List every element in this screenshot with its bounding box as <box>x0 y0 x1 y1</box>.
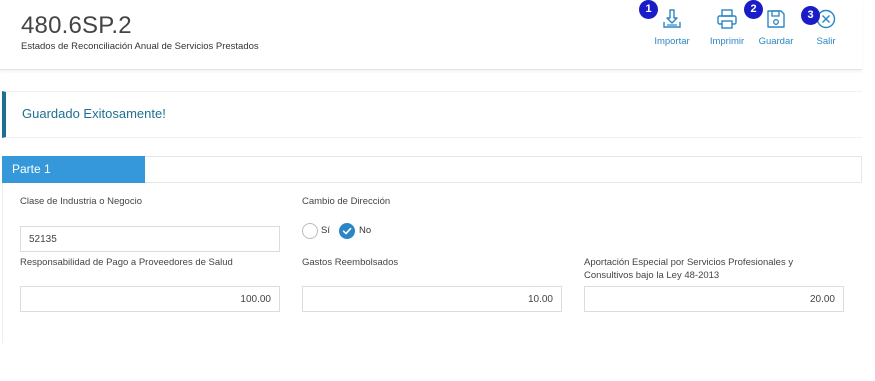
reimbursed-expenses-label: Gastos Reembolsados <box>302 257 399 268</box>
checkmark-icon <box>342 227 352 235</box>
radio-no-label: No <box>359 225 372 236</box>
address-change-label: Cambio de Dirección <box>302 196 391 207</box>
save-disk-icon <box>767 10 785 28</box>
tab-parte-1[interactable]: Parte 1 <box>2 156 145 183</box>
industry-label: Clase de Industria o Negocio <box>20 196 142 207</box>
health-payment-field[interactable]: 100.00 <box>20 286 280 312</box>
form-code-title: 480.6SP.2 <box>21 12 132 39</box>
exit-button-label: Salir <box>816 36 836 47</box>
health-payment-label: Responsabilidad de Pago a Proveedores de… <box>20 257 233 268</box>
radio-si-label: Sí <box>321 225 330 236</box>
page-header: 480.6SP.2 Estados de Reconciliación Anua… <box>0 0 862 70</box>
radio-si[interactable] <box>302 223 318 239</box>
printer-icon <box>717 9 737 29</box>
reimbursed-expenses-field[interactable]: 10.00 <box>302 286 562 312</box>
industry-field[interactable]: 52135 <box>20 226 280 252</box>
form-description: Estados de Reconciliación Anual de Servi… <box>21 41 259 52</box>
step-badge-3: 3 <box>801 6 820 25</box>
import-button-label: Importar <box>654 36 690 47</box>
success-message: Guardado Exitosamente! <box>22 106 166 121</box>
special-contribution-label: Aportación Especial por Servicios Profes… <box>584 256 793 282</box>
special-contribution-label-line2: Consultivos bajo la Ley 48-2013 <box>584 270 720 281</box>
special-contribution-field[interactable]: 20.00 <box>584 286 844 312</box>
special-contribution-label-line1: Aportación Especial por Servicios Profes… <box>584 257 794 268</box>
import-icon <box>663 9 681 28</box>
success-alert: Guardado Exitosamente! <box>2 91 862 138</box>
step-badge-1: 1 <box>639 0 658 19</box>
radio-no[interactable] <box>339 223 355 239</box>
step-badge-2: 2 <box>744 0 763 19</box>
